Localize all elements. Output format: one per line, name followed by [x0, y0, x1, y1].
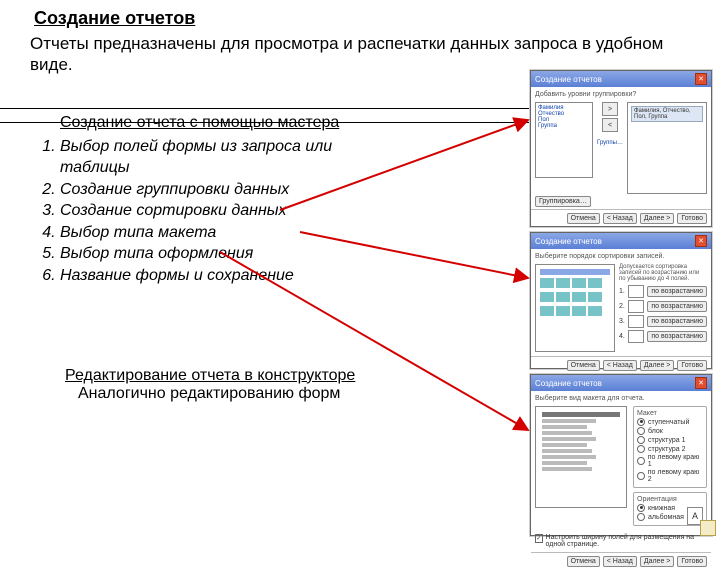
list-item[interactable]: Группа: [538, 123, 590, 129]
grouping-options-button[interactable]: Группировка…: [535, 196, 591, 207]
steps-list: Выбор полей формы из запроса или таблицы…: [38, 136, 400, 287]
wizard-layout-dialog: Создание отчетов ✕ Выберите вид макета д…: [530, 374, 712, 536]
sort-order-button[interactable]: по возрастанию: [647, 286, 707, 297]
step-item: Название формы и сохранение: [60, 265, 400, 287]
sort-field-select[interactable]: [628, 315, 645, 328]
layout-radio[interactable]: блок: [637, 427, 703, 435]
step-item: Выбор полей формы из запроса или таблицы: [60, 136, 400, 179]
layout-group-caption: Макет: [637, 410, 703, 417]
layout-radio[interactable]: структура 2: [637, 445, 703, 453]
page-corner-icon: [700, 520, 716, 536]
wizard-sorting-dialog: Создание отчетов ✕ Выберите порядок сорт…: [530, 232, 712, 369]
layout-radio[interactable]: структура 1: [637, 436, 703, 444]
groups-link[interactable]: Группы…: [597, 140, 623, 146]
finish-button[interactable]: Готово: [677, 556, 707, 567]
step-item: Выбор типа оформления: [60, 243, 400, 265]
grouping-preview: Фамилия, Отчество, Пол, Группа: [627, 102, 707, 194]
divider-top: [0, 108, 530, 109]
close-icon[interactable]: ✕: [695, 73, 707, 85]
wizard3-prompt: Выберите вид макета для отчета.: [535, 395, 707, 402]
step-item: Создание группировки данных: [60, 179, 400, 201]
layout-radio[interactable]: по левому краю 1: [637, 454, 703, 468]
fields-listbox[interactable]: Фамилия Отчество Пол Группа: [535, 102, 593, 178]
sort-number: 3.: [619, 318, 625, 325]
divider-bottom: [0, 122, 530, 123]
step-item: Выбор типа макета: [60, 222, 400, 244]
dialog-title: Создание отчетов: [535, 237, 602, 246]
next-button[interactable]: Далее >: [640, 556, 675, 567]
sort-field-select[interactable]: [628, 330, 645, 343]
finish-button[interactable]: Готово: [677, 360, 707, 371]
layout-radio[interactable]: по левому краю 2: [637, 469, 703, 483]
sort-number: 4.: [619, 333, 625, 340]
back-button[interactable]: < Назад: [603, 556, 637, 567]
wizard2-note: Допускается сортировка записей по возрас…: [619, 264, 707, 282]
back-button[interactable]: < Назад: [603, 360, 637, 371]
sort-field-select[interactable]: [628, 285, 645, 298]
layout-preview: [535, 406, 627, 508]
sort-number: 1.: [619, 288, 625, 295]
step-item: Создание сортировки данных: [60, 200, 400, 222]
preview-band: Фамилия, Отчество, Пол, Группа: [631, 106, 703, 122]
finish-button[interactable]: Готово: [677, 213, 707, 224]
sort-order-button[interactable]: по возрастанию: [647, 331, 707, 342]
move-left-button[interactable]: <: [602, 118, 618, 132]
page-title: Создание отчетов: [34, 8, 700, 29]
close-icon[interactable]: ✕: [695, 235, 707, 247]
move-right-button[interactable]: >: [602, 102, 618, 116]
back-button[interactable]: < Назад: [603, 213, 637, 224]
sort-number: 2.: [619, 303, 625, 310]
next-button[interactable]: Далее >: [640, 360, 675, 371]
fit-width-checkbox[interactable]: ✓Настроить ширину полей для размещения н…: [535, 534, 707, 548]
sort-field-select[interactable]: [628, 300, 645, 313]
cancel-button[interactable]: Отмена: [567, 213, 600, 224]
wizard2-prompt: Выберите порядок сортировки записей.: [535, 253, 707, 260]
dialog-title: Создание отчетов: [535, 379, 602, 388]
next-button[interactable]: Далее >: [640, 213, 675, 224]
layout-radio[interactable]: ступенчатый: [637, 418, 703, 426]
sort-preview: [535, 264, 615, 352]
sort-order-button[interactable]: по возрастанию: [647, 301, 707, 312]
cancel-button[interactable]: Отмена: [567, 360, 600, 371]
wizard1-prompt: Добавить уровни группировки?: [535, 91, 707, 98]
cancel-button[interactable]: Отмена: [567, 556, 600, 567]
wizard-grouping-dialog: Создание отчетов ✕ Добавить уровни групп…: [530, 70, 712, 227]
close-icon[interactable]: ✕: [695, 377, 707, 389]
orient-group-caption: Ориентация: [637, 496, 703, 503]
sort-order-button[interactable]: по возрастанию: [647, 316, 707, 327]
dialog-title: Создание отчетов: [535, 75, 602, 84]
